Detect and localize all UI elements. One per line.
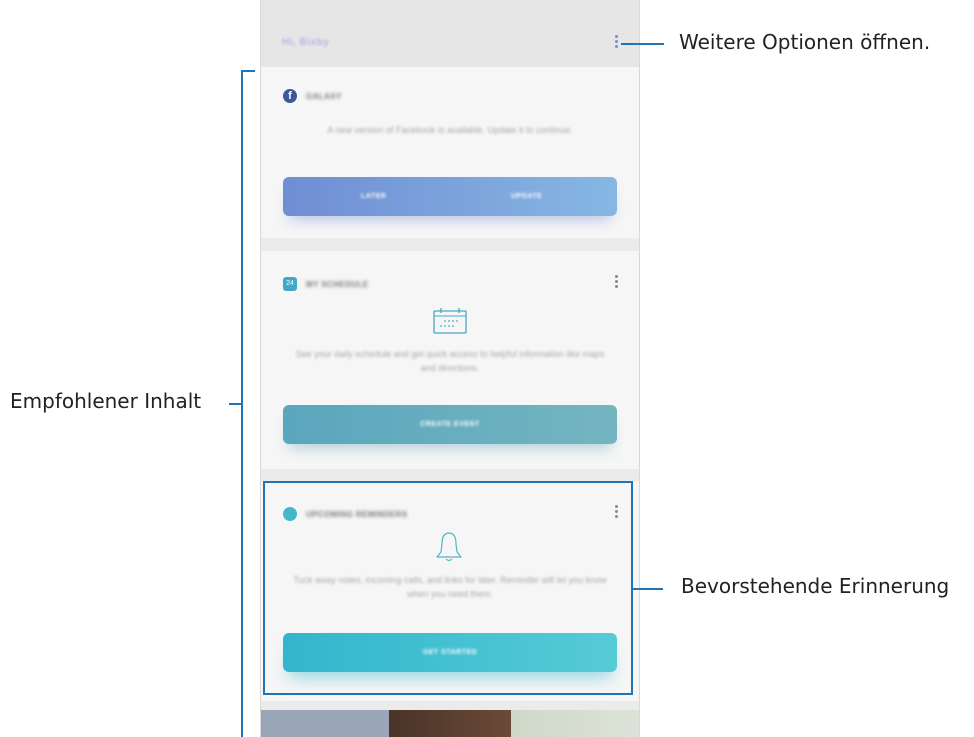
- callout-more-options: Weitere Optionen öffnen.: [679, 30, 931, 54]
- next-card-preview: [261, 710, 639, 737]
- leader-line-options: [621, 43, 664, 45]
- card-title: GALAXY: [306, 92, 342, 101]
- card-title: MY SCHEDULE: [306, 280, 369, 289]
- reminder-highlight-box: [263, 481, 633, 695]
- later-button[interactable]: LATER: [361, 193, 386, 200]
- more-options-icon[interactable]: [613, 35, 619, 53]
- card-description: A new version of Facebook is available. …: [327, 125, 573, 135]
- facebook-update-card: f GALAXY A new version of Facebook is av…: [261, 67, 639, 238]
- callout-recommended-content: Empfohlener Inhalt: [10, 389, 202, 413]
- content-bracket: [241, 70, 243, 737]
- calendar-icon: 24: [283, 277, 297, 291]
- calendar-illustration-icon: [433, 308, 467, 334]
- card-description: See your daily schedule and get quick ac…: [295, 349, 605, 373]
- card-button-bar: LATER UPDATE: [283, 177, 617, 216]
- create-event-label: CREATE EVENT: [420, 421, 480, 428]
- callout-upcoming-reminder: Bevorstehende Erinnerung: [681, 574, 950, 598]
- facebook-icon: f: [283, 89, 297, 103]
- content-bracket-top: [241, 70, 255, 72]
- card-more-options-icon[interactable]: [613, 275, 619, 293]
- app-header: Hi, Bixby: [261, 0, 639, 67]
- update-button[interactable]: UPDATE: [511, 193, 542, 200]
- schedule-card: 24 MY SCHEDULE See your daily schedule a…: [261, 251, 639, 469]
- leader-line-content: [229, 403, 241, 405]
- leader-line-reminder: [633, 588, 663, 590]
- create-event-button[interactable]: CREATE EVENT: [283, 405, 617, 444]
- app-title: Hi, Bixby: [282, 37, 330, 48]
